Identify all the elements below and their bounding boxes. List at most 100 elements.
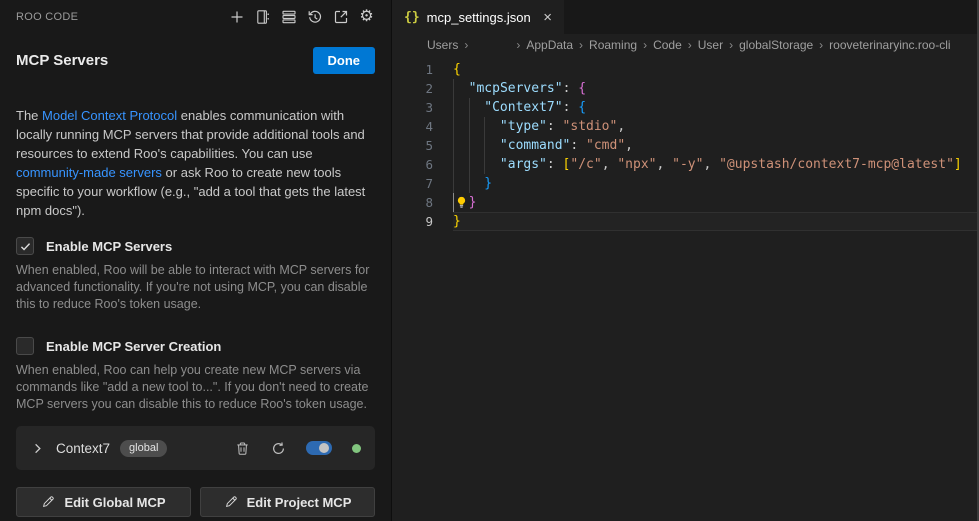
code-token: } — [469, 195, 477, 210]
code-token: : — [547, 119, 563, 134]
line-number: 6 — [392, 155, 433, 174]
code-line-content[interactable]: "type": "stdio", — [453, 117, 977, 136]
open-in-editor-icon[interactable] — [332, 9, 349, 26]
breadcrumb-item[interactable]: Code — [651, 38, 684, 52]
history-icon[interactable] — [306, 9, 323, 26]
editor-group: {} mcp_settings.json × Users››AppData›Ro… — [391, 0, 979, 521]
server-actions — [234, 440, 361, 456]
breadcrumb-separator: › — [725, 38, 737, 52]
settings-icon[interactable]: ⚙ — [358, 9, 375, 26]
edit-global-mcp-button[interactable]: Edit Global MCP — [16, 487, 191, 517]
indent-guide — [469, 155, 485, 174]
code-token: "@upstash/context7-mcp@latest" — [719, 157, 954, 172]
extension-title: ROO CODE — [16, 11, 78, 23]
code-line: 2"mcpServers": { — [392, 79, 977, 98]
server-name: Context7 — [56, 441, 110, 456]
code-token: "mcpServers" — [469, 81, 563, 96]
code-token: : — [570, 138, 586, 153]
indent-guide — [484, 136, 500, 155]
edit-project-mcp-label: Edit Project MCP — [247, 495, 352, 510]
indent-guide — [469, 117, 485, 136]
indent-guide — [469, 136, 485, 155]
indent-guide — [453, 117, 469, 136]
line-number: 1 — [392, 60, 433, 79]
breadcrumb-item[interactable]: Roaming — [587, 38, 639, 52]
breadcrumb-item[interactable]: rooveterinaryinc.roo-cli — [827, 38, 952, 52]
pencil-icon — [224, 495, 238, 509]
mcp-servers-icon[interactable] — [280, 9, 297, 26]
line-number: 5 — [392, 136, 433, 155]
delete-server-icon[interactable] — [234, 440, 250, 456]
indent-guide — [453, 136, 469, 155]
code-token: "/c" — [570, 157, 601, 172]
code-line: 6 "args": ["/c", "npx", "-y", "@upstash/c… — [392, 155, 977, 174]
server-row-context7[interactable]: Context7 global — [16, 426, 375, 470]
code-line-content[interactable]: } — [453, 174, 977, 193]
intro-text: The — [16, 108, 42, 123]
tab-close-icon[interactable]: × — [541, 9, 554, 26]
code-line-content[interactable]: "args": ["/c", "npx", "-y", "@upstash/co… — [453, 155, 977, 174]
code-line-content[interactable]: "mcpServers": { — [453, 79, 977, 98]
indent-guide — [453, 98, 469, 117]
roo-code-sidebar: ROO CODE ⚙ — [0, 0, 391, 521]
indent-guide — [453, 79, 469, 98]
intro-paragraph: The Model Context Protocol enables commu… — [16, 106, 375, 220]
code-token: { — [578, 100, 586, 115]
community-made-servers-link[interactable]: community-made servers — [16, 165, 162, 180]
model-context-protocol-link[interactable]: Model Context Protocol — [42, 108, 177, 123]
indent-guide — [453, 155, 469, 174]
code-line: 3"Context7": { — [392, 98, 977, 117]
code-token: "npx" — [617, 157, 656, 172]
code-token: "command" — [500, 138, 570, 153]
code-token: "Context7" — [484, 100, 562, 115]
code-token: "args" — [500, 157, 547, 172]
code-line-content[interactable]: } — [453, 212, 977, 231]
breadcrumb-item[interactable]: globalStorage — [737, 38, 815, 52]
code-line-content[interactable]: "Context7": { — [453, 98, 977, 117]
code-token: } — [453, 214, 461, 229]
done-button[interactable]: Done — [313, 47, 376, 74]
breadcrumb-separator: › — [575, 38, 587, 52]
code-line-content[interactable]: "command": "cmd", — [453, 136, 977, 155]
page-title: MCP Servers — [16, 52, 108, 69]
code-token: , — [602, 157, 618, 172]
lightbulb-icon[interactable] — [453, 193, 469, 212]
line-number: 8 — [392, 193, 433, 212]
code-token: ] — [954, 157, 962, 172]
server-status-dot — [352, 444, 361, 453]
enable-mcp-server-creation-description: When enabled, Roo can help you create ne… — [16, 362, 375, 413]
prompts-icon[interactable] — [254, 9, 271, 26]
topbar-icons: ⚙ — [228, 9, 375, 26]
code-token: , — [656, 157, 672, 172]
tab-filename: mcp_settings.json — [427, 10, 531, 25]
breadcrumb-separator: › — [684, 38, 696, 52]
indent-guide — [453, 174, 469, 193]
tab-mcp-settings-json[interactable]: {} mcp_settings.json × — [392, 0, 564, 34]
edit-project-mcp-button[interactable]: Edit Project MCP — [200, 487, 375, 517]
breadcrumb-item[interactable]: User — [696, 38, 725, 52]
code-token: "-y" — [672, 157, 703, 172]
code-editor[interactable]: 1 {2"mcpServers": {3"Context7": {4 "type":… — [392, 56, 977, 231]
expand-chevron-icon[interactable] — [30, 440, 46, 456]
server-enabled-toggle[interactable] — [306, 441, 332, 455]
breadcrumb-separator: › — [639, 38, 651, 52]
enable-mcp-servers-checkbox[interactable] — [16, 237, 34, 255]
json-file-icon: {} — [404, 10, 420, 25]
enable-mcp-server-creation-checkbox[interactable] — [16, 337, 34, 355]
code-line-content[interactable]: { — [453, 60, 977, 79]
lightbulb-glyph — [455, 196, 468, 209]
code-line: 7} — [392, 174, 977, 193]
breadcrumb-item[interactable]: Users — [425, 38, 460, 52]
line-number: 4 — [392, 117, 433, 136]
pencil-icon — [41, 495, 55, 509]
restart-server-icon[interactable] — [270, 440, 286, 456]
code-token: , — [617, 119, 625, 134]
toggle-knob — [319, 443, 329, 453]
enable-mcp-servers-label: Enable MCP Servers — [46, 239, 172, 254]
enable-mcp-server-creation-label: Enable MCP Server Creation — [46, 339, 221, 354]
plus-icon[interactable] — [228, 9, 245, 26]
code-line-content[interactable]: } — [453, 193, 977, 212]
breadcrumb-item[interactable]: AppData — [524, 38, 575, 52]
vscode-window: ROO CODE ⚙ — [0, 0, 979, 521]
enable-mcp-server-creation-setting: Enable MCP Server Creation When enabled,… — [16, 337, 375, 413]
